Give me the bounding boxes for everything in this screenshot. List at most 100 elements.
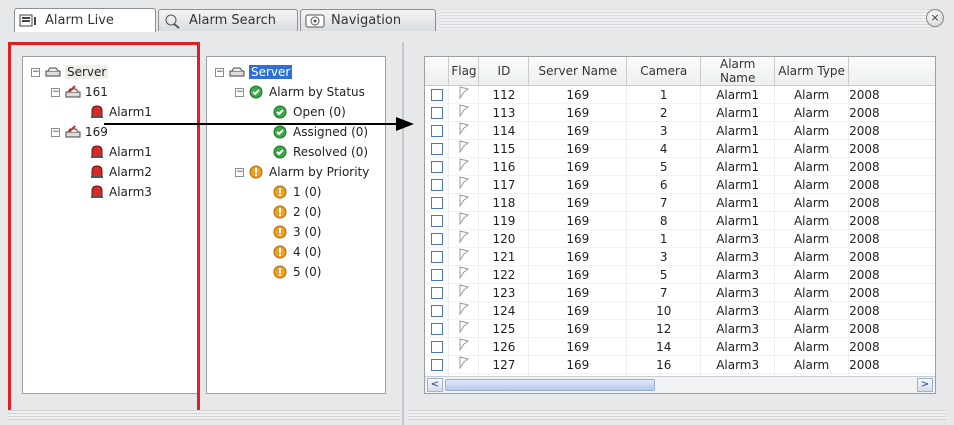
flag-cell[interactable] — [448, 265, 480, 284]
priority-warning-icon — [273, 225, 289, 239]
close-icon[interactable]: × — [926, 9, 944, 27]
header-flag[interactable]: Flag — [448, 57, 480, 86]
panel-splitter[interactable] — [402, 42, 404, 425]
table-row[interactable]: 125 169 12 Alarm3 Alarm 2008 — [425, 319, 935, 338]
header-select[interactable] — [425, 57, 450, 86]
alarm-type-cell: Alarm — [774, 85, 850, 104]
flag-cell[interactable] — [448, 193, 480, 212]
row-checkbox[interactable] — [430, 269, 443, 281]
flag-cell[interactable] — [448, 103, 480, 122]
row-checkbox[interactable] — [430, 323, 443, 335]
table-row[interactable]: 126 169 14 Alarm3 Alarm 2008 — [425, 337, 935, 356]
alarm-type-cell: Alarm — [774, 139, 850, 158]
server-name-cell: 169 — [528, 211, 628, 230]
scroll-left-icon[interactable]: < — [427, 378, 443, 392]
header-id[interactable]: ID — [478, 57, 530, 86]
header-alarm-type[interactable]: Alarm Type — [774, 57, 850, 86]
tree-node-priority[interactable]: 1 (0) — [273, 183, 321, 201]
table-row[interactable]: 118 169 7 Alarm1 Alarm 2008 — [425, 193, 935, 212]
flag-cell[interactable] — [448, 175, 480, 194]
table-row[interactable]: 115 169 4 Alarm1 Alarm 2008 — [425, 139, 935, 158]
priority-warning-icon — [249, 165, 265, 179]
table-row[interactable]: 119 169 8 Alarm1 Alarm 2008 — [425, 211, 935, 230]
header-camera[interactable]: Camera — [626, 57, 702, 86]
row-checkbox[interactable] — [430, 161, 443, 173]
flag-cell[interactable] — [448, 157, 480, 176]
flag-icon — [459, 158, 470, 172]
table-row[interactable]: 114 169 3 Alarm1 Alarm 2008 — [425, 121, 935, 140]
row-checkbox-cell — [425, 103, 450, 122]
scroll-right-icon[interactable]: > — [917, 378, 933, 392]
alarm-window: Alarm Live Alarm Search Navigation × − S… — [0, 0, 954, 425]
alarm-type-cell: Alarm — [774, 265, 850, 284]
flag-cell[interactable] — [448, 355, 480, 374]
row-checkbox[interactable] — [430, 215, 443, 227]
flag-cell[interactable] — [448, 247, 480, 266]
row-checkbox[interactable] — [430, 305, 443, 317]
row-checkbox[interactable] — [430, 341, 443, 353]
row-checkbox[interactable] — [430, 251, 443, 263]
table-row[interactable]: 120 169 1 Alarm3 Alarm 2008 — [425, 229, 935, 248]
tree-label: 5 (0) — [293, 265, 322, 279]
flag-cell[interactable] — [448, 283, 480, 302]
flag-cell[interactable] — [448, 85, 480, 104]
tree-label: Assigned (0) — [293, 125, 369, 139]
id-cell: 124 — [478, 301, 530, 320]
tree-node-status[interactable]: Resolved (0) — [273, 143, 368, 161]
table-row[interactable]: 121 169 3 Alarm3 Alarm 2008 — [425, 247, 935, 266]
header-time[interactable] — [848, 57, 935, 86]
header-alarm-name[interactable]: Alarm Name — [700, 57, 776, 86]
tree-node-alarm-by-status[interactable]: − Alarm by Status — [235, 83, 365, 101]
tree-node-status[interactable]: Open (0) — [273, 103, 346, 121]
flag-cell[interactable] — [448, 121, 480, 140]
collapse-icon[interactable]: − — [215, 67, 224, 77]
id-cell: 114 — [478, 121, 530, 140]
tab-alarm-live[interactable]: Alarm Live — [14, 8, 156, 32]
collapse-icon[interactable]: − — [235, 167, 244, 177]
table-row[interactable]: 127 169 16 Alarm3 Alarm 2008 — [425, 355, 935, 374]
tree-node-priority[interactable]: 2 (0) — [273, 203, 321, 221]
row-checkbox[interactable] — [430, 125, 443, 137]
row-checkbox[interactable] — [430, 233, 443, 245]
table-row[interactable]: 122 169 5 Alarm3 Alarm 2008 — [425, 265, 935, 284]
table-row[interactable]: 116 169 5 Alarm1 Alarm 2008 — [425, 157, 935, 176]
row-checkbox[interactable] — [430, 179, 443, 191]
row-checkbox[interactable] — [430, 89, 443, 101]
tree-node-server-root[interactable]: − Server — [215, 63, 293, 81]
tree-node-status[interactable]: Assigned (0) — [273, 123, 368, 141]
tree-node-priority[interactable]: 5 (0) — [273, 263, 321, 281]
table-row[interactable]: 113 169 2 Alarm1 Alarm 2008 — [425, 103, 935, 122]
server-name-cell: 169 — [528, 193, 628, 212]
alarm-name-cell: Alarm3 — [700, 337, 776, 356]
flag-cell[interactable] — [448, 301, 480, 320]
flag-cell[interactable] — [448, 211, 480, 230]
collapse-icon[interactable]: − — [235, 87, 244, 97]
row-checkbox[interactable] — [430, 107, 443, 119]
tab-alarm-search[interactable]: Alarm Search — [158, 9, 298, 31]
tree-node-priority[interactable]: 4 (0) — [273, 243, 321, 261]
table-row[interactable]: 123 169 7 Alarm3 Alarm 2008 — [425, 283, 935, 302]
table-row[interactable]: 124 169 10 Alarm3 Alarm 2008 — [425, 301, 935, 320]
horizontal-scrollbar[interactable]: < > — [425, 376, 935, 393]
tree-label: 3 (0) — [293, 225, 322, 239]
header-server-name[interactable]: Server Name — [528, 57, 628, 86]
flag-cell[interactable] — [448, 337, 480, 356]
scroll-thumb[interactable] — [445, 379, 655, 391]
row-checkbox[interactable] — [430, 197, 443, 209]
flag-cell[interactable] — [448, 139, 480, 158]
flag-icon — [459, 356, 470, 370]
alarm-type-cell: Alarm — [774, 103, 850, 122]
flag-cell[interactable] — [448, 319, 480, 338]
row-checkbox[interactable] — [430, 359, 443, 371]
tree-node-priority[interactable]: 3 (0) — [273, 223, 321, 241]
tree-node-alarm-by-priority[interactable]: − Alarm by Priority — [235, 163, 369, 181]
table-row[interactable]: 117 169 6 Alarm1 Alarm 2008 — [425, 175, 935, 194]
alarm-name-cell: Alarm3 — [700, 301, 776, 320]
tab-navigation[interactable]: Navigation — [300, 9, 436, 31]
time-cell: 2008 — [848, 103, 935, 122]
row-checkbox[interactable] — [430, 143, 443, 155]
camera-cell: 10 — [626, 301, 702, 320]
flag-cell[interactable] — [448, 229, 480, 248]
row-checkbox[interactable] — [430, 287, 443, 299]
table-row[interactable]: 112 169 1 Alarm1 Alarm 2008 — [425, 85, 935, 104]
